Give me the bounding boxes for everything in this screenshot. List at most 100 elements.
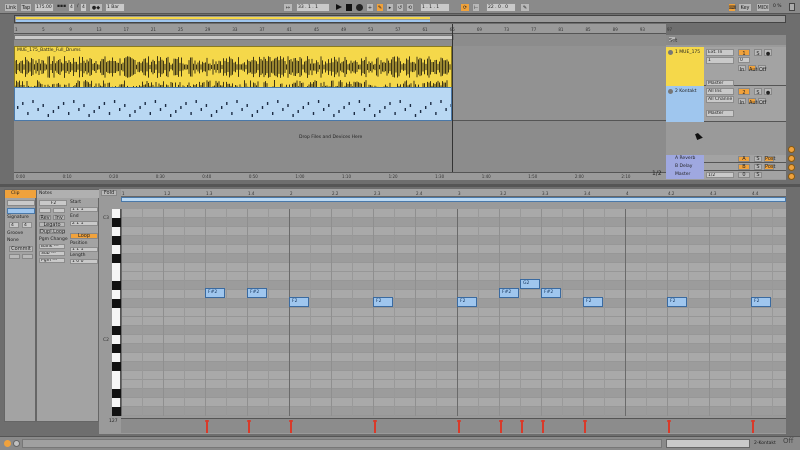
loop-toggle-icon[interactable]: ⟳ bbox=[460, 3, 470, 12]
midi-note[interactable]: G2 bbox=[520, 279, 540, 289]
velocity-marker[interactable] bbox=[541, 420, 545, 433]
side-btn-returns-icon[interactable] bbox=[788, 164, 795, 171]
audio-input-channel[interactable]: 1 bbox=[706, 57, 734, 64]
back-to-arrangement-icon[interactable]: ▸ bbox=[386, 3, 394, 12]
midi-note[interactable]: F#2 bbox=[247, 288, 267, 298]
loop-brace[interactable] bbox=[14, 35, 454, 40]
piano-keyboard[interactable] bbox=[112, 209, 121, 416]
track-name-midi[interactable]: 2 Kontakt bbox=[675, 89, 697, 94]
tempo-field[interactable]: 175.00 bbox=[34, 3, 54, 12]
track-header-audio[interactable]: 1 MUE_175 Ext. In 1 Master 1 S ● 0 In Au… bbox=[666, 47, 786, 86]
transpose-field-b[interactable] bbox=[53, 208, 65, 213]
black-key[interactable] bbox=[112, 236, 121, 245]
arm-button-midi[interactable]: ● bbox=[764, 88, 772, 96]
midi-input-type[interactable]: All Ins bbox=[706, 88, 734, 95]
draw-pencil-icon[interactable]: ✎ bbox=[520, 3, 530, 12]
beat-ruler[interactable]: 1591317212529333741454953576165697377818… bbox=[14, 24, 672, 34]
return-solo-b[interactable]: S bbox=[754, 164, 762, 170]
track-header-midi[interactable]: 2 Kontakt All Ins All Channe Master 2 S … bbox=[666, 86, 786, 122]
velocity-lane[interactable] bbox=[121, 418, 786, 433]
return-activator-a[interactable]: A bbox=[738, 156, 750, 162]
punch-out-icon[interactable]: ⊢ bbox=[472, 3, 480, 12]
automation-arm-icon[interactable]: ✎ bbox=[376, 3, 384, 12]
loop-bar[interactable] bbox=[121, 197, 786, 202]
track-activator-audio[interactable]: 1 bbox=[738, 49, 750, 57]
link-button[interactable]: Link bbox=[4, 3, 18, 12]
midi-note[interactable]: F2 bbox=[583, 297, 603, 307]
monitor-off-audio[interactable]: Off bbox=[758, 65, 766, 73]
loop-button[interactable]: Loop bbox=[70, 233, 98, 239]
piano-ruler[interactable]: 1 1.2 1.3 1.4 2 2.2 2.3 2.4 3 3.2 3.3 3.4 4 4.2 4.3 4.4 bbox=[121, 189, 786, 197]
return-track-a[interactable]: A Reverb A S Post bbox=[666, 155, 786, 163]
velocity-marker[interactable] bbox=[583, 420, 587, 433]
black-key[interactable] bbox=[112, 362, 121, 371]
start-field[interactable]: 1 1 1 bbox=[70, 207, 98, 212]
side-btn-sends-icon[interactable] bbox=[788, 155, 795, 162]
velocity-marker[interactable] bbox=[457, 420, 461, 433]
transpose-field-a[interactable] bbox=[39, 208, 51, 213]
signature-denominator[interactable]: 4 bbox=[80, 3, 87, 12]
monitor-auto-audio[interactable]: Auto bbox=[748, 65, 761, 73]
midi-clip[interactable] bbox=[14, 87, 452, 121]
metronome-icon[interactable]: ▪▪▪ bbox=[57, 4, 66, 9]
end-field[interactable]: 2 1 1 bbox=[70, 221, 98, 226]
status-icon-left[interactable] bbox=[4, 440, 11, 447]
key-map-button[interactable]: Key bbox=[738, 3, 752, 12]
follow-icon[interactable]: ●◆ bbox=[89, 3, 103, 12]
midi-note[interactable]: F2 bbox=[373, 297, 393, 307]
master-track[interactable]: Master 1/2 0 S bbox=[666, 171, 786, 179]
midi-note[interactable]: F2 bbox=[751, 297, 771, 307]
midi-input-channel[interactable]: All Channe bbox=[706, 96, 734, 103]
velocity-marker[interactable] bbox=[205, 420, 209, 433]
midi-note[interactable]: F2 bbox=[457, 297, 477, 307]
quantization-select[interactable]: 1 Bar bbox=[105, 3, 125, 12]
black-key[interactable] bbox=[112, 407, 121, 416]
black-key[interactable] bbox=[112, 299, 121, 308]
clip-tab[interactable]: Clip bbox=[5, 190, 37, 198]
return-name-a[interactable]: A Reverb bbox=[675, 156, 695, 161]
play-icon[interactable] bbox=[336, 4, 342, 10]
cue-out-select[interactable]: 1/2 bbox=[706, 172, 734, 178]
black-key[interactable] bbox=[112, 326, 121, 335]
midi-note[interactable]: F#2 bbox=[499, 288, 519, 298]
arm-button-audio[interactable]: ● bbox=[764, 49, 772, 57]
clip-mini-btn-1[interactable] bbox=[9, 254, 20, 259]
length-field[interactable]: 1 0 0 bbox=[70, 259, 98, 264]
monitor-off-midi[interactable]: Off bbox=[758, 98, 766, 106]
time-ruler[interactable]: 0:00 0:10 0:20 0:30 0:40 0:50 1:00 1:10 1:20 1:30… bbox=[14, 172, 666, 180]
note-grid[interactable]: F#2 F#2 F2 F2 F2 F#2 G2 F#2 F2 F2 F2 bbox=[121, 209, 786, 416]
midi-note[interactable]: F#2 bbox=[541, 288, 561, 298]
monitor-in-audio[interactable]: In bbox=[738, 65, 746, 73]
tap-tempo-button[interactable]: Tap bbox=[20, 3, 32, 12]
side-btn-io-icon[interactable] bbox=[788, 146, 795, 153]
set-button[interactable]: Set bbox=[668, 36, 677, 44]
track-fold-icon[interactable] bbox=[668, 50, 673, 55]
return-solo-a[interactable]: S bbox=[754, 156, 762, 162]
reverse-button[interactable]: Rev bbox=[39, 215, 51, 221]
note-name-field[interactable]: F2 bbox=[39, 200, 67, 206]
song-position-field[interactable]: 33 . 1 . 1 bbox=[296, 3, 330, 12]
midi-note[interactable]: F#2 bbox=[205, 288, 225, 298]
black-key[interactable] bbox=[112, 281, 121, 290]
velocity-marker[interactable] bbox=[520, 420, 524, 433]
return-post-a[interactable]: Post bbox=[764, 156, 775, 162]
velocity-marker[interactable] bbox=[751, 420, 755, 433]
velocity-marker[interactable] bbox=[499, 420, 503, 433]
zoom-level[interactable]: 1/2 bbox=[652, 170, 662, 177]
master-name[interactable]: Master bbox=[675, 172, 690, 177]
audio-input-type[interactable]: Ext. In bbox=[706, 49, 734, 56]
invert-button[interactable]: Inv bbox=[53, 215, 65, 221]
midi-note[interactable]: F2 bbox=[289, 297, 309, 307]
legato-button[interactable]: Legato bbox=[39, 222, 65, 228]
black-key[interactable] bbox=[112, 218, 121, 227]
monitor-auto-midi[interactable]: Auto bbox=[748, 98, 761, 106]
track-name-audio[interactable]: 1 MUE_175 bbox=[675, 50, 700, 55]
solo-button-midi[interactable]: S bbox=[754, 88, 762, 96]
velocity-marker[interactable] bbox=[373, 420, 377, 433]
detail-overview[interactable] bbox=[666, 439, 750, 448]
duplicate-loop-button[interactable]: Dupl.Loop bbox=[39, 229, 65, 235]
velocity-marker[interactable] bbox=[289, 420, 293, 433]
velocity-marker[interactable] bbox=[247, 420, 251, 433]
sub-field[interactable]: Sub --- bbox=[39, 251, 65, 256]
stop-icon[interactable] bbox=[346, 4, 352, 11]
